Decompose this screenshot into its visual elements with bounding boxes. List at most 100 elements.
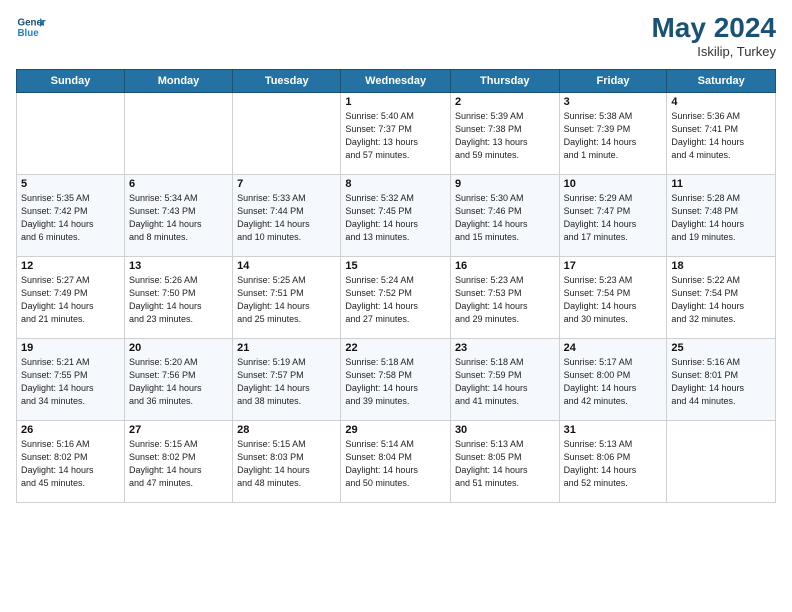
day-number: 11	[671, 178, 771, 190]
week-row-3: 12 Sunrise: 5:27 AM Sunset: 7:49 PM Dayli…	[17, 257, 776, 339]
day-info: Sunrise: 5:13 AM Sunset: 8:06 PM Dayligh…	[564, 438, 663, 490]
day-number: 5	[21, 178, 120, 190]
day-cell: 9 Sunrise: 5:30 AM Sunset: 7:46 PM Daylig…	[450, 175, 559, 257]
week-row-4: 19Sunrise: 5:21 AM Sunset: 7:55 PM Dayli…	[17, 339, 776, 421]
day-info: Sunrise: 5:16 AM Sunset: 8:02 PM Dayligh…	[21, 438, 120, 490]
day-info: Sunrise: 5:14 AM Sunset: 8:04 PM Dayligh…	[345, 438, 446, 490]
weekday-header-tuesday: Tuesday	[233, 70, 341, 93]
day-cell: 15 Sunrise: 5:24 AM Sunset: 7:52 PM Dayli…	[341, 257, 451, 339]
day-info: Sunrise: 5:40 AM Sunset: 7:37 PM Dayligh…	[345, 110, 446, 162]
day-number: 30	[455, 424, 555, 436]
day-number: 28	[237, 424, 336, 436]
day-cell: 22 Sunrise: 5:18 AM Sunset: 7:58 PM Dayli…	[341, 339, 451, 421]
day-cell: 21Sunrise: 5:19 AM Sunset: 7:57 PM Dayli…	[233, 339, 341, 421]
day-info: Sunrise: 5:36 AM Sunset: 7:41 PM Dayligh…	[671, 110, 771, 162]
svg-text:Blue: Blue	[18, 28, 40, 39]
weekday-header-wednesday: Wednesday	[341, 70, 451, 93]
day-info: Sunrise: 5:25 AM Sunset: 7:51 PM Dayligh…	[237, 274, 336, 326]
location: Iskilip, Turkey	[651, 44, 776, 59]
day-info: Sunrise: 5:13 AM Sunset: 8:05 PM Dayligh…	[455, 438, 555, 490]
day-cell: 5 Sunrise: 5:35 AM Sunset: 7:42 PM Daylig…	[17, 175, 125, 257]
day-cell: 10Sunrise: 5:29 AM Sunset: 7:47 PM Dayli…	[559, 175, 667, 257]
day-number: 12	[21, 260, 120, 272]
day-cell: 27 Sunrise: 5:15 AM Sunset: 8:02 PM Dayli…	[124, 421, 232, 503]
day-cell: 14 Sunrise: 5:25 AM Sunset: 7:51 PM Dayli…	[233, 257, 341, 339]
day-cell: 16 Sunrise: 5:23 AM Sunset: 7:53 PM Dayli…	[450, 257, 559, 339]
day-info: Sunrise: 5:17 AM Sunset: 8:00 PM Dayligh…	[564, 356, 663, 408]
day-cell: 25 Sunrise: 5:16 AM Sunset: 8:01 PM Dayli…	[667, 339, 776, 421]
day-cell	[667, 421, 776, 503]
day-info: Sunrise: 5:30 AM Sunset: 7:46 PM Dayligh…	[455, 192, 555, 244]
day-cell: 20 Sunrise: 5:20 AM Sunset: 7:56 PM Dayli…	[124, 339, 232, 421]
weekday-header-sunday: Sunday	[17, 70, 125, 93]
day-cell: 13Sunrise: 5:26 AM Sunset: 7:50 PM Dayli…	[124, 257, 232, 339]
title-block: May 2024 Iskilip, Turkey	[651, 12, 776, 59]
day-cell	[124, 93, 232, 175]
day-info: Sunrise: 5:33 AM Sunset: 7:44 PM Dayligh…	[237, 192, 336, 244]
day-number: 25	[671, 342, 771, 354]
day-info: Sunrise: 5:23 AM Sunset: 7:53 PM Dayligh…	[455, 274, 555, 326]
day-number: 19	[21, 342, 120, 354]
day-cell	[233, 93, 341, 175]
day-number: 9	[455, 178, 555, 190]
day-info: Sunrise: 5:15 AM Sunset: 8:02 PM Dayligh…	[129, 438, 228, 490]
day-number: 16	[455, 260, 555, 272]
day-info: Sunrise: 5:18 AM Sunset: 7:58 PM Dayligh…	[345, 356, 446, 408]
day-number: 4	[671, 96, 771, 108]
day-number: 17	[564, 260, 663, 272]
day-cell: 7 Sunrise: 5:33 AM Sunset: 7:44 PM Daylig…	[233, 175, 341, 257]
day-cell: 23 Sunrise: 5:18 AM Sunset: 7:59 PM Dayli…	[450, 339, 559, 421]
day-number: 3	[564, 96, 663, 108]
day-number: 6	[129, 178, 228, 190]
day-cell: 3 Sunrise: 5:38 AM Sunset: 7:39 PM Daylig…	[559, 93, 667, 175]
day-info: Sunrise: 5:39 AM Sunset: 7:38 PM Dayligh…	[455, 110, 555, 162]
day-number: 20	[129, 342, 228, 354]
day-number: 21	[237, 342, 336, 354]
weekday-header-row: SundayMondayTuesdayWednesdayThursdayFrid…	[17, 70, 776, 93]
day-cell: 12 Sunrise: 5:27 AM Sunset: 7:49 PM Dayli…	[17, 257, 125, 339]
day-cell: 28 Sunrise: 5:15 AM Sunset: 8:03 PM Dayli…	[233, 421, 341, 503]
day-number: 23	[455, 342, 555, 354]
day-info: Sunrise: 5:27 AM Sunset: 7:49 PM Dayligh…	[21, 274, 120, 326]
day-cell: 18Sunrise: 5:22 AM Sunset: 7:54 PM Dayli…	[667, 257, 776, 339]
day-info: Sunrise: 5:35 AM Sunset: 7:42 PM Dayligh…	[21, 192, 120, 244]
day-cell: 31 Sunrise: 5:13 AM Sunset: 8:06 PM Dayli…	[559, 421, 667, 503]
day-cell: 29 Sunrise: 5:14 AM Sunset: 8:04 PM Dayli…	[341, 421, 451, 503]
header: General Blue May 2024 Iskilip, Turkey	[16, 12, 776, 59]
day-cell: 19Sunrise: 5:21 AM Sunset: 7:55 PM Dayli…	[17, 339, 125, 421]
day-number: 22	[345, 342, 446, 354]
day-info: Sunrise: 5:15 AM Sunset: 8:03 PM Dayligh…	[237, 438, 336, 490]
day-cell: 26 Sunrise: 5:16 AM Sunset: 8:02 PM Dayli…	[17, 421, 125, 503]
logo: General Blue	[16, 12, 46, 42]
weekday-header-monday: Monday	[124, 70, 232, 93]
day-cell: 30 Sunrise: 5:13 AM Sunset: 8:05 PM Dayli…	[450, 421, 559, 503]
day-info: Sunrise: 5:18 AM Sunset: 7:59 PM Dayligh…	[455, 356, 555, 408]
day-info: Sunrise: 5:24 AM Sunset: 7:52 PM Dayligh…	[345, 274, 446, 326]
weekday-header-saturday: Saturday	[667, 70, 776, 93]
day-cell: 2 Sunrise: 5:39 AM Sunset: 7:38 PM Daylig…	[450, 93, 559, 175]
day-number: 24	[564, 342, 663, 354]
day-number: 31	[564, 424, 663, 436]
day-number: 18	[671, 260, 771, 272]
day-cell: 6 Sunrise: 5:34 AM Sunset: 7:43 PM Daylig…	[124, 175, 232, 257]
day-number: 2	[455, 96, 555, 108]
day-info: Sunrise: 5:20 AM Sunset: 7:56 PM Dayligh…	[129, 356, 228, 408]
calendar-page: General Blue May 2024 Iskilip, Turkey Su…	[0, 0, 792, 612]
day-number: 14	[237, 260, 336, 272]
day-number: 15	[345, 260, 446, 272]
day-info: Sunrise: 5:34 AM Sunset: 7:43 PM Dayligh…	[129, 192, 228, 244]
day-cell: 8Sunrise: 5:32 AM Sunset: 7:45 PM Daylig…	[341, 175, 451, 257]
day-number: 26	[21, 424, 120, 436]
week-row-1: 1 Sunrise: 5:40 AM Sunset: 7:37 PM Daylig…	[17, 93, 776, 175]
day-info: Sunrise: 5:29 AM Sunset: 7:47 PM Dayligh…	[564, 192, 663, 244]
day-info: Sunrise: 5:23 AM Sunset: 7:54 PM Dayligh…	[564, 274, 663, 326]
day-number: 7	[237, 178, 336, 190]
weekday-header-thursday: Thursday	[450, 70, 559, 93]
day-info: Sunrise: 5:28 AM Sunset: 7:48 PM Dayligh…	[671, 192, 771, 244]
day-number: 1	[345, 96, 446, 108]
day-number: 27	[129, 424, 228, 436]
day-number: 13	[129, 260, 228, 272]
day-info: Sunrise: 5:16 AM Sunset: 8:01 PM Dayligh…	[671, 356, 771, 408]
day-info: Sunrise: 5:38 AM Sunset: 7:39 PM Dayligh…	[564, 110, 663, 162]
day-number: 29	[345, 424, 446, 436]
